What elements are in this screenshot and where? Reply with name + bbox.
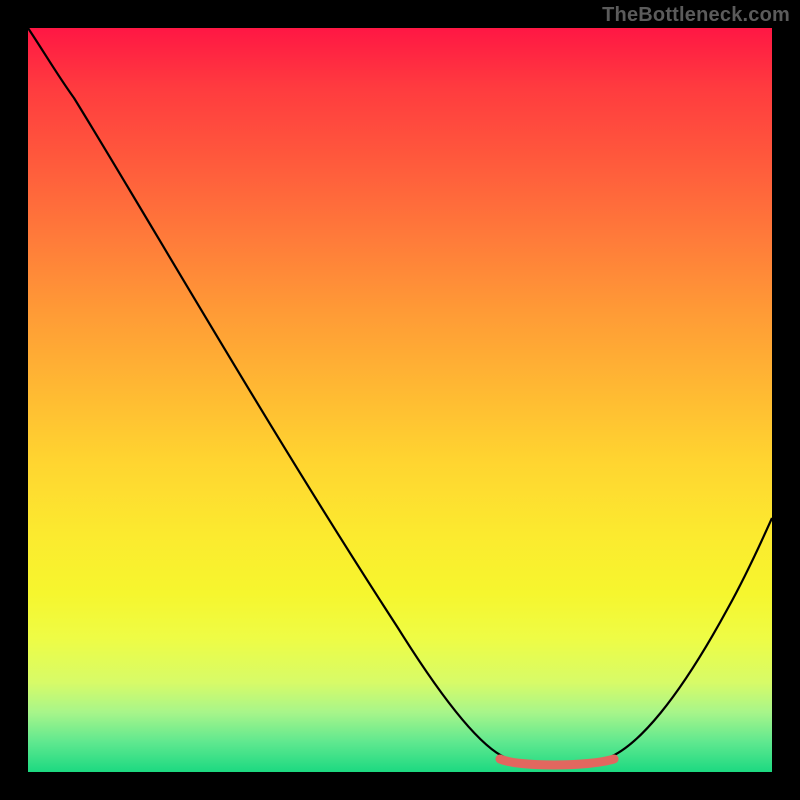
bottleneck-curve-path xyxy=(28,28,772,764)
bottleneck-curve-svg xyxy=(28,28,772,772)
chart-frame: TheBottleneck.com xyxy=(0,0,800,800)
optimal-band-highlight xyxy=(500,759,614,765)
watermark-text: TheBottleneck.com xyxy=(602,4,790,27)
plot-gradient-background xyxy=(28,28,772,772)
